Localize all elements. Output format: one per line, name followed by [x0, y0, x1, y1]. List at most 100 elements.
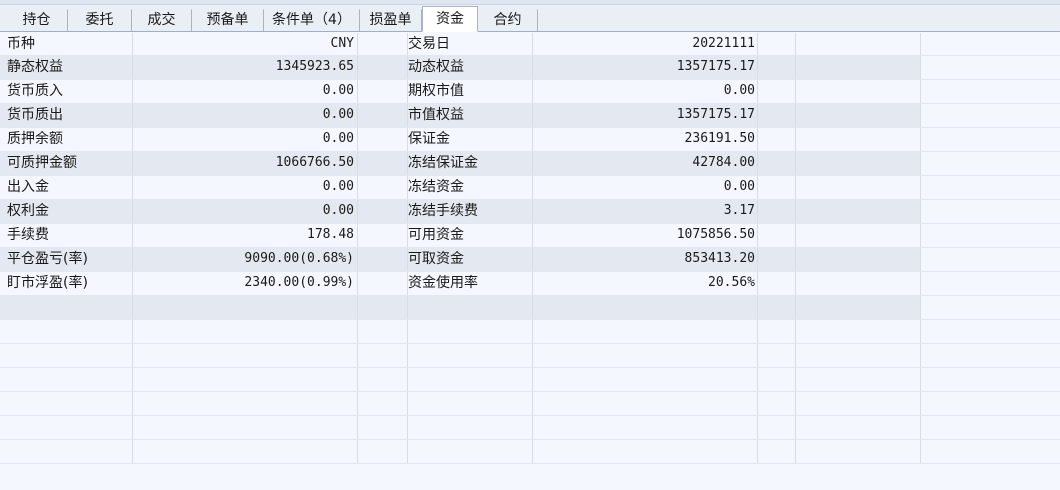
tab-2[interactable]: 成交	[132, 9, 192, 31]
field-value: 20.56%	[533, 272, 758, 295]
empty-cell	[358, 392, 408, 415]
empty-cell	[796, 392, 921, 415]
field-value: 20221111	[533, 33, 758, 55]
tab-0[interactable]: 持仓	[6, 9, 68, 31]
field-value: 0.00	[133, 104, 358, 127]
table-row[interactable]: 出入金 0.00 冻结资金 0.00	[0, 176, 1060, 200]
empty-cell	[133, 416, 358, 439]
field-label: 动态权益	[408, 56, 533, 79]
empty-cell	[133, 368, 358, 391]
spacer-cell	[758, 104, 796, 127]
funds-panel: 持仓 委托 成交 预备单 条件单（4） 损盈单 资金 合约 币种 CNY 交易日 20221111 静…	[0, 0, 1060, 490]
field-label: 市值权益	[408, 104, 533, 127]
field-value: 42784.00	[533, 152, 758, 175]
empty-cell	[758, 344, 796, 367]
field-value: 1066766.50	[133, 152, 358, 175]
table-row[interactable]: 货币质出 0.00 市值权益 1357175.17	[0, 104, 1060, 128]
field-label: 货币质入	[0, 80, 133, 103]
empty-cell	[533, 296, 758, 319]
empty-cell	[796, 440, 921, 463]
empty-cell	[408, 368, 533, 391]
spacer-cell	[796, 248, 921, 271]
empty-cell	[758, 296, 796, 319]
empty-row	[0, 416, 1060, 440]
table-row[interactable]: 权利金 0.00 冻结手续费 3.17	[0, 200, 1060, 224]
table-row[interactable]: 盯市浮盈(率) 2340.00(0.99%) 资金使用率 20.56%	[0, 272, 1060, 296]
empty-cell	[533, 344, 758, 367]
empty-cell	[921, 416, 1060, 439]
empty-cell	[133, 296, 358, 319]
empty-cell	[133, 440, 358, 463]
spacer-cell	[758, 80, 796, 103]
field-label: 货币质出	[0, 104, 133, 127]
spacer-cell	[758, 33, 796, 55]
empty-cell	[796, 320, 921, 343]
spacer-cell	[796, 80, 921, 103]
tab-7[interactable]: 合约	[478, 9, 538, 31]
field-label: 交易日	[408, 33, 533, 55]
spacer-cell	[921, 56, 1060, 79]
table-row[interactable]: 平仓盈亏(率) 9090.00(0.68%) 可取资金 853413.20	[0, 248, 1060, 272]
field-value: 3.17	[533, 200, 758, 223]
empty-cell	[796, 416, 921, 439]
table-row[interactable]: 货币质入 0.00 期权市值 0.00	[0, 80, 1060, 104]
field-label: 盯市浮盈(率)	[0, 272, 133, 295]
empty-cell	[0, 296, 133, 319]
table-row[interactable]: 币种 CNY 交易日 20221111	[0, 33, 1060, 56]
empty-cell	[921, 392, 1060, 415]
spacer-cell	[921, 248, 1060, 271]
spacer-cell	[796, 200, 921, 223]
field-value: 0.00	[533, 176, 758, 199]
empty-cell	[796, 344, 921, 367]
spacer-cell	[796, 33, 921, 55]
spacer-cell	[796, 128, 921, 151]
field-value: 1357175.17	[533, 56, 758, 79]
field-value: CNY	[133, 33, 358, 55]
table-row[interactable]: 可质押金额 1066766.50 冻结保证金 42784.00	[0, 152, 1060, 176]
spacer-cell	[758, 152, 796, 175]
empty-row	[0, 392, 1060, 416]
spacer-cell	[921, 272, 1060, 295]
spacer-cell	[358, 152, 408, 175]
spacer-cell	[358, 176, 408, 199]
tab-4[interactable]: 条件单（4）	[264, 9, 360, 31]
table-row[interactable]: 静态权益 1345923.65 动态权益 1357175.17	[0, 56, 1060, 80]
empty-cell	[921, 368, 1060, 391]
field-label: 静态权益	[0, 56, 133, 79]
tab-1[interactable]: 委托	[68, 9, 132, 31]
empty-cell	[758, 440, 796, 463]
table-row[interactable]: 质押余额 0.00 保证金 236191.50	[0, 128, 1060, 152]
spacer-cell	[796, 56, 921, 79]
empty-cell	[358, 296, 408, 319]
empty-cell	[796, 368, 921, 391]
tab-6[interactable]: 资金	[422, 6, 478, 32]
field-label: 币种	[0, 33, 133, 55]
empty-row	[0, 296, 1060, 320]
spacer-cell	[921, 224, 1060, 247]
spacer-cell	[921, 176, 1060, 199]
field-label: 质押余额	[0, 128, 133, 151]
spacer-cell	[358, 128, 408, 151]
field-label: 保证金	[408, 128, 533, 151]
empty-cell	[921, 344, 1060, 367]
empty-cell	[408, 440, 533, 463]
spacer-cell	[758, 200, 796, 223]
tab-bar: 持仓 委托 成交 预备单 条件单（4） 损盈单 资金 合约	[0, 5, 1060, 32]
empty-row	[0, 440, 1060, 464]
spacer-cell	[358, 33, 408, 55]
empty-cell	[758, 368, 796, 391]
field-label: 可质押金额	[0, 152, 133, 175]
empty-cell	[0, 440, 133, 463]
empty-cell	[0, 416, 133, 439]
tab-5[interactable]: 损盈单	[360, 9, 422, 31]
field-label: 冻结手续费	[408, 200, 533, 223]
empty-cell	[358, 320, 408, 343]
tab-3[interactable]: 预备单	[192, 9, 264, 31]
spacer-cell	[758, 248, 796, 271]
field-value: 853413.20	[533, 248, 758, 271]
empty-cell	[133, 344, 358, 367]
field-value: 178.48	[133, 224, 358, 247]
field-value: 0.00	[133, 176, 358, 199]
empty-cell	[0, 368, 133, 391]
table-row[interactable]: 手续费 178.48 可用资金 1075856.50	[0, 224, 1060, 248]
